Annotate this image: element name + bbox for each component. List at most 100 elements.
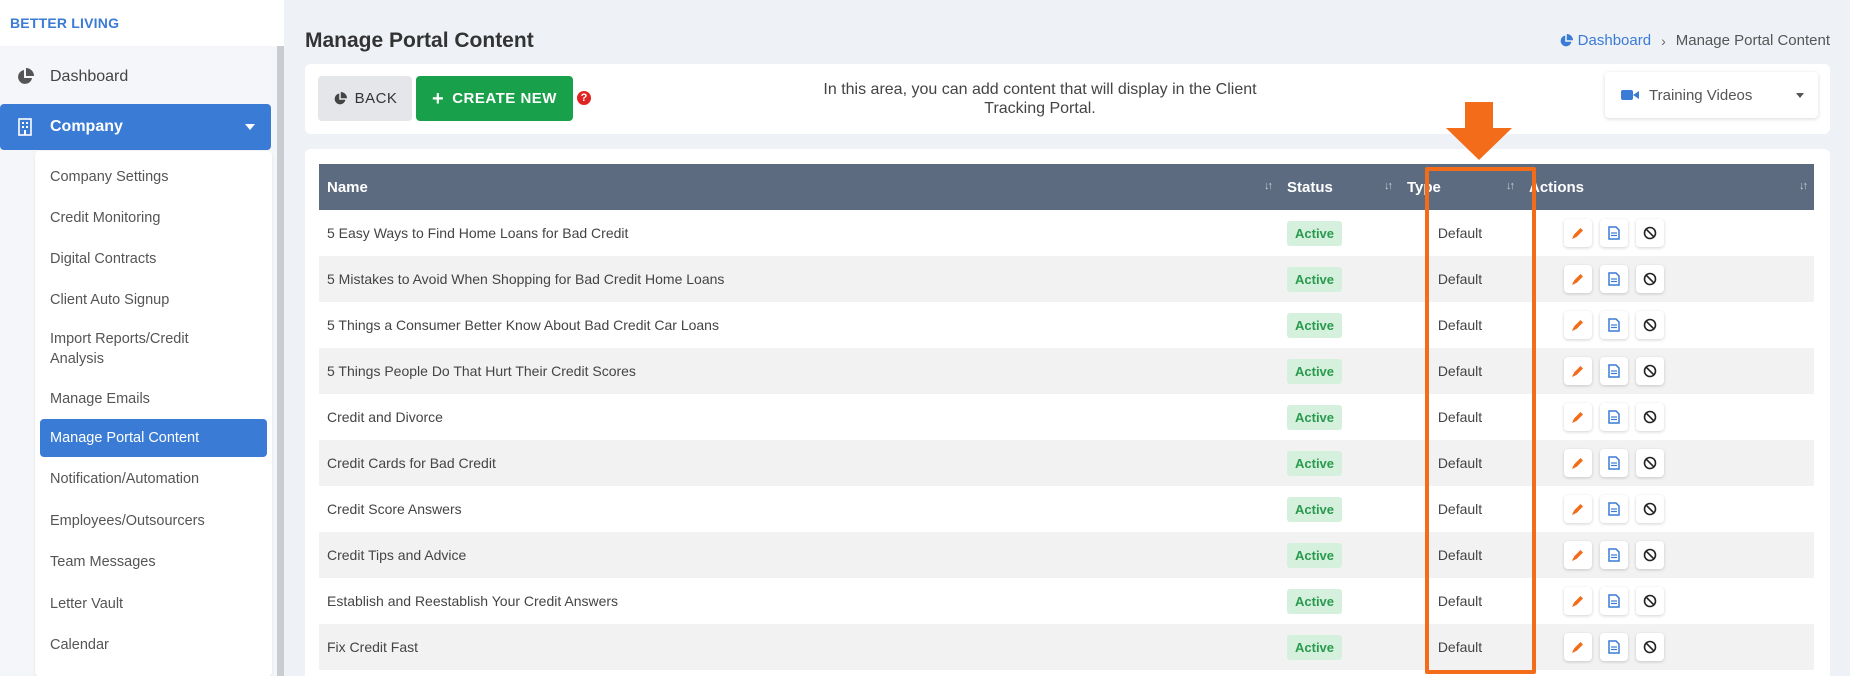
table-row: Credit Tips and Advice Active Default [319,532,1814,578]
document-icon [1608,272,1620,286]
edit-button[interactable] [1564,311,1592,339]
submenu-label: Manage Emails [50,390,150,407]
status-badge: Active [1287,542,1343,568]
edit-button[interactable] [1564,449,1592,477]
disable-button[interactable] [1636,449,1664,477]
submenu-label: Manage Portal Content [50,430,200,446]
edit-button[interactable] [1564,541,1592,569]
cell-name: Credit Cards for Bad Credit [327,455,496,471]
disable-button[interactable] [1636,541,1664,569]
disable-button[interactable] [1636,587,1664,615]
company-submenu: Company Settings Credit Monitoring Digit… [35,151,272,676]
ban-icon [1643,548,1657,562]
disable-button[interactable] [1636,311,1664,339]
create-new-button[interactable]: + CREATE NEW [416,76,573,121]
table-body: 5 Easy Ways to Find Home Loans for Bad C… [319,210,1814,670]
view-document-button[interactable] [1600,265,1628,293]
cell-name: 5 Things a Consumer Better Know About Ba… [327,317,719,333]
view-document-button[interactable] [1600,311,1628,339]
status-badge: Active [1287,266,1343,292]
back-button-label: BACK [354,90,398,107]
table-row: 5 Mistakes to Avoid When Shopping for Ba… [319,256,1814,302]
submenu-label: Employees/Outsourcers [50,512,205,529]
status-badge: Active [1287,496,1343,522]
view-document-button[interactable] [1600,587,1628,615]
disable-button[interactable] [1636,219,1664,247]
building-icon [14,116,36,138]
cell-status: Active [1279,486,1399,532]
cell-actions [1521,394,1814,440]
submenu-item-employees-outsourcers[interactable]: Employees/Outsourcers [40,500,267,541]
submenu-item-digital-contracts[interactable]: Digital Contracts [40,238,267,279]
cell-actions [1521,256,1814,302]
cell-actions [1521,486,1814,532]
cell-status: Active [1279,440,1399,486]
edit-button[interactable] [1564,633,1592,661]
column-header-actions[interactable]: Actions ↓↑ [1521,164,1814,210]
table-row: 5 Things People Do That Hurt Their Credi… [319,348,1814,394]
view-document-button[interactable] [1600,357,1628,385]
submenu-item-notification-automation[interactable]: Notification/Automation [40,457,267,500]
content-type-select[interactable]: Training Videos [1605,72,1818,118]
view-document-button[interactable] [1600,495,1628,523]
table-row: Credit and Divorce Active Default [319,394,1814,440]
submenu-item-manage-portal-content[interactable]: Manage Portal Content [40,419,267,457]
submenu-item-credit-monitoring[interactable]: Credit Monitoring [40,197,267,238]
cell-status: Active [1279,256,1399,302]
view-document-button[interactable] [1600,403,1628,431]
breadcrumb-home-label: Dashboard [1577,32,1652,49]
nav-company[interactable]: Company [0,104,271,150]
sort-icon: ↓↑ [1384,180,1393,192]
document-icon [1608,548,1620,562]
brand-logo[interactable]: BETTER LIVING [0,0,284,46]
submenu-item-calendar[interactable]: Calendar [40,624,267,665]
pie-chart-icon [14,66,36,88]
edit-button[interactable] [1564,587,1592,615]
submenu-item-team-messages[interactable]: Team Messages [40,541,267,583]
ban-icon [1643,410,1657,424]
cell-name: Credit Score Answers [327,501,462,517]
submenu-item-letter-vault[interactable]: Letter Vault [40,583,267,624]
view-document-button[interactable] [1600,449,1628,477]
column-header-label: Actions [1529,178,1585,196]
column-header-name[interactable]: Name ↓↑ [319,164,1279,210]
edit-button[interactable] [1564,495,1592,523]
view-document-button[interactable] [1600,633,1628,661]
disable-button[interactable] [1636,357,1664,385]
view-document-button[interactable] [1600,219,1628,247]
nav-dashboard[interactable]: Dashboard [0,54,284,100]
edit-button[interactable] [1564,219,1592,247]
ban-icon [1643,364,1657,378]
submenu-label: Team Messages [50,554,156,570]
ban-icon [1643,226,1657,240]
edit-button[interactable] [1564,265,1592,293]
disable-button[interactable] [1636,265,1664,293]
cell-actions [1521,532,1814,578]
cell-name: 5 Easy Ways to Find Home Loans for Bad C… [327,225,629,241]
disable-button[interactable] [1636,633,1664,661]
disable-button[interactable] [1636,495,1664,523]
edit-button[interactable] [1564,357,1592,385]
breadcrumb-dashboard-link[interactable]: Dashboard [1559,32,1651,49]
submenu-label: Digital Contracts [50,250,157,267]
cell-status: Active [1279,394,1399,440]
help-icon[interactable]: ? [577,91,591,105]
submenu-item-company-settings[interactable]: Company Settings [40,157,267,197]
chevron-down-icon [1796,93,1804,98]
submenu-item-client-auto-signup[interactable]: Client Auto Signup [40,279,267,320]
pencil-icon [1572,458,1583,469]
cell-actions [1521,578,1814,624]
pencil-icon [1572,274,1583,285]
chevron-down-icon [245,124,255,130]
disable-button[interactable] [1636,403,1664,431]
info-text: In this area, you can add content that w… [823,81,1257,117]
edit-button[interactable] [1564,403,1592,431]
view-document-button[interactable] [1600,541,1628,569]
sidebar-scrollbar[interactable] [277,46,284,676]
submenu-item-import-reports[interactable]: Import Reports/Credit Analysis [40,320,240,378]
sort-icon: ↓↑ [1264,180,1273,192]
column-header-status[interactable]: Status ↓↑ [1279,164,1399,210]
submenu-item-manage-emails[interactable]: Manage Emails [40,378,267,419]
back-button[interactable]: BACK [318,76,412,121]
column-header-label: Name [327,178,368,196]
